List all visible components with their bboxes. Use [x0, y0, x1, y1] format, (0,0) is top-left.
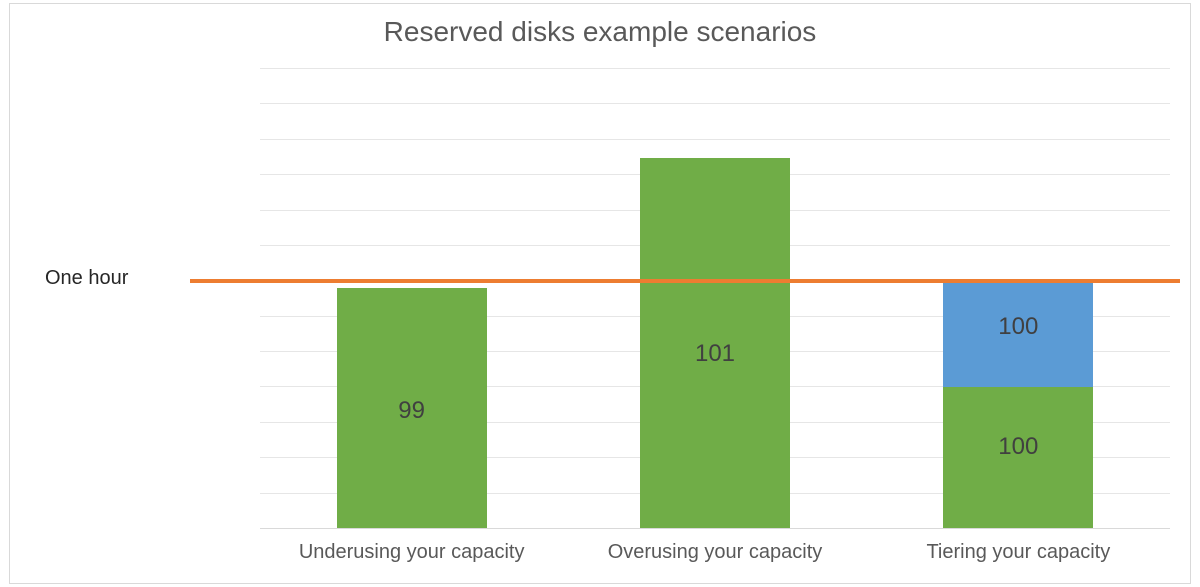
- x-tick: Underusing your capacity: [262, 541, 562, 564]
- bar-value-label: 99: [337, 397, 487, 425]
- plot-area: 99 101 100 100: [260, 69, 1170, 529]
- bar-value-label: 100: [943, 433, 1093, 461]
- bar-segment-green: 99: [337, 288, 487, 529]
- x-tick: Overusing your capacity: [565, 541, 865, 564]
- chart-title: Reserved disks example scenarios: [10, 16, 1190, 48]
- x-tick: Tiering your capacity: [868, 541, 1168, 564]
- bar-segment-green: 101: [640, 158, 790, 529]
- bar-segment-green: 100: [943, 387, 1093, 529]
- y-axis-annotation: One hour: [45, 267, 128, 290]
- bar-group: 101: [640, 69, 790, 529]
- x-axis: [260, 528, 1170, 529]
- bar-value-label: 101: [640, 340, 790, 368]
- bar-value-label: 100: [943, 313, 1093, 341]
- chart-frame: Reserved disks example scenarios 99 101 10…: [9, 3, 1191, 584]
- reference-line: [190, 279, 1180, 283]
- bar-group: 100 100: [943, 69, 1093, 529]
- bar-segment-blue: 100: [943, 281, 1093, 387]
- bar-group: 99: [337, 69, 487, 529]
